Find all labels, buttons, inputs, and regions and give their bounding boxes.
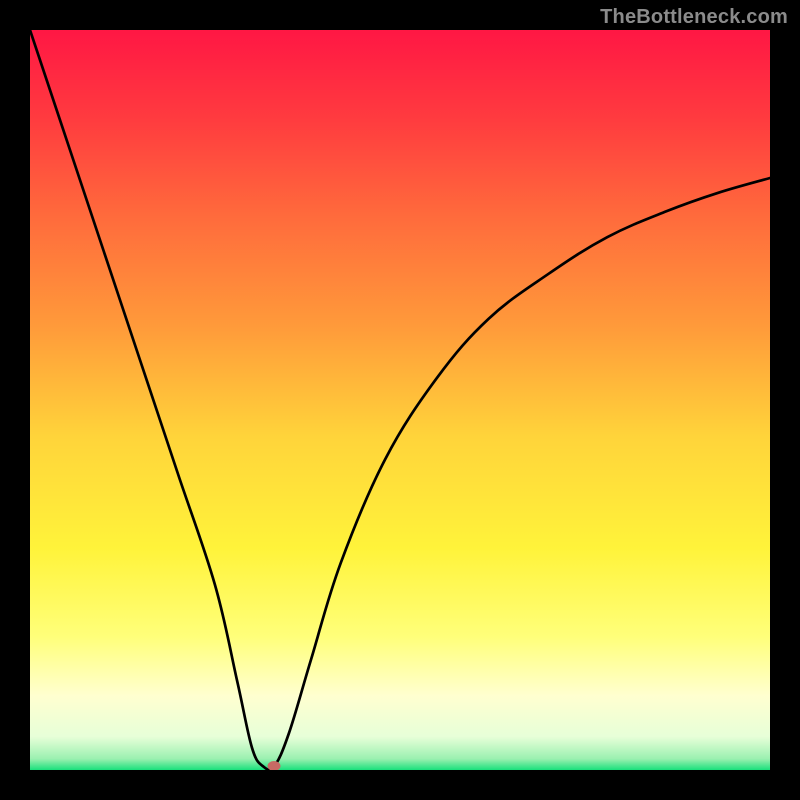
bottleneck-curve [30, 30, 770, 770]
chart-frame: TheBottleneck.com [0, 0, 800, 800]
plot-area [30, 30, 770, 770]
bottleneck-marker [268, 761, 281, 770]
watermark-label: TheBottleneck.com [600, 6, 788, 29]
